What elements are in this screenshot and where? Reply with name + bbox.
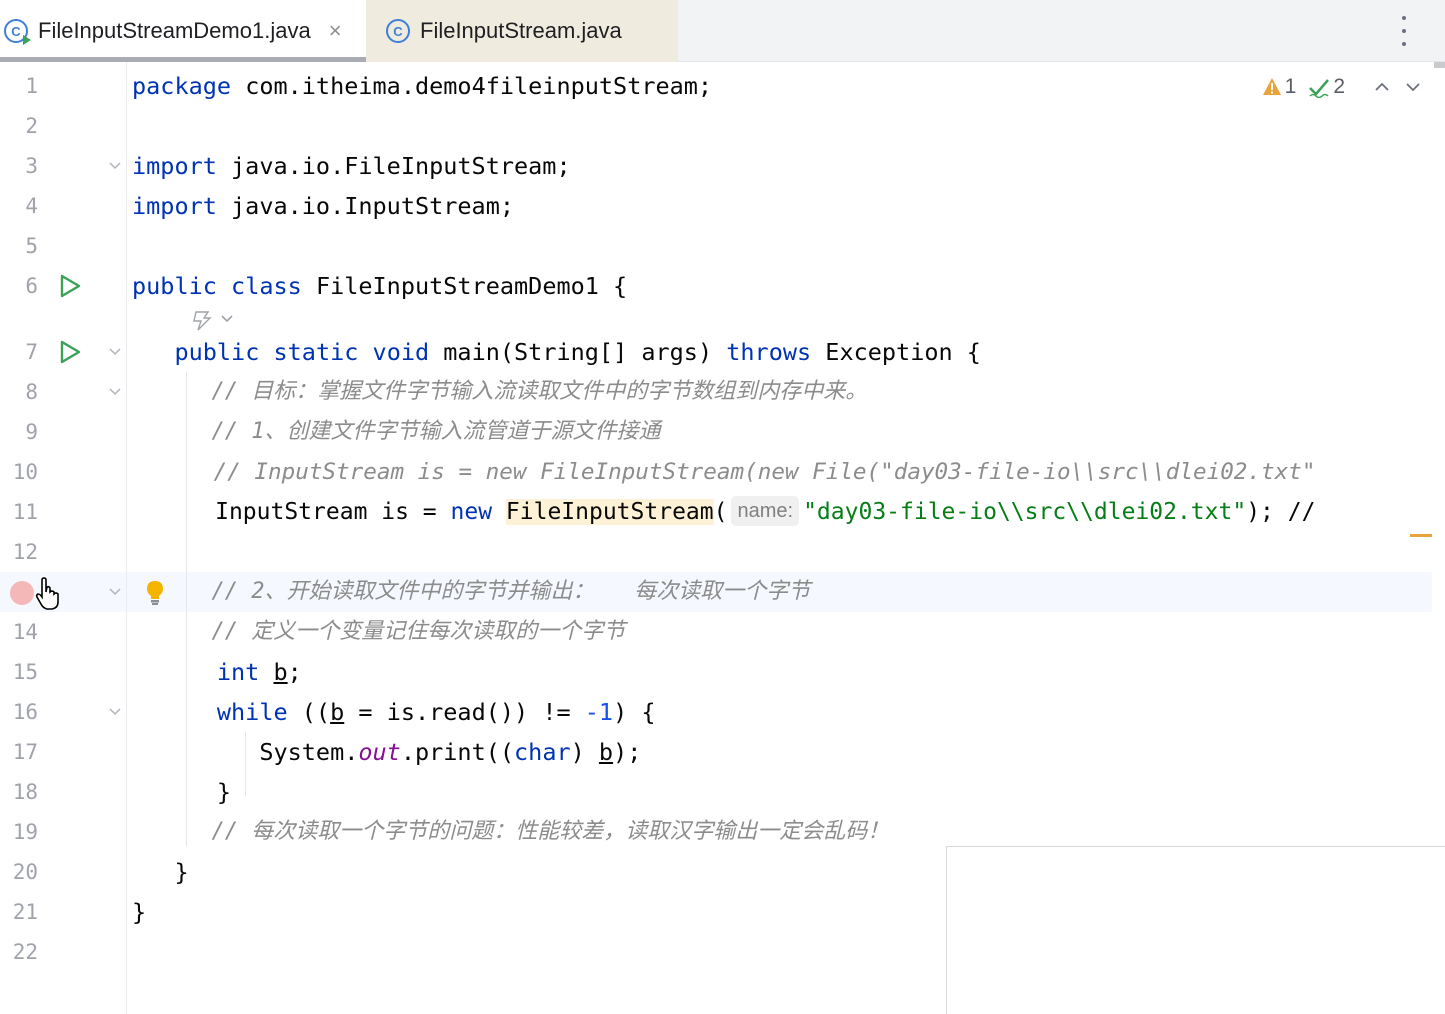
overlay-panel bbox=[946, 846, 1445, 1014]
warning-count[interactable]: 1 bbox=[1262, 75, 1296, 99]
error-stripe-mark bbox=[1410, 534, 1432, 537]
tab-label: FileInputStream.java bbox=[420, 18, 622, 43]
breakpoint-icon[interactable] bbox=[10, 581, 34, 605]
line-number[interactable]: 16 bbox=[0, 692, 38, 732]
line-number[interactable]: 21 bbox=[0, 892, 38, 932]
line-number[interactable]: 5 bbox=[0, 226, 38, 266]
line-number[interactable]: 15 bbox=[0, 652, 38, 692]
line-number[interactable]: 3 bbox=[0, 146, 38, 186]
tab-file-input-stream[interactable]: C FileInputStream.java bbox=[366, 0, 678, 62]
code-line-14: // 定义一个变量记住每次读取的一个字节 bbox=[132, 619, 626, 644]
code-line-21: } bbox=[132, 898, 147, 926]
java-class-icon: C bbox=[386, 19, 410, 43]
chevron-up-icon[interactable] bbox=[1375, 82, 1389, 92]
run-icon[interactable] bbox=[58, 340, 82, 364]
fold-icon[interactable] bbox=[108, 345, 122, 359]
line-number[interactable]: 14 bbox=[0, 612, 38, 652]
code-line-16: while ((b = is.read()) != -1) { bbox=[216, 698, 656, 726]
code-line-9: // 1、创建文件字节输入流管道于源文件接通 bbox=[132, 419, 661, 444]
line-number[interactable]: 10 bbox=[0, 452, 38, 492]
close-tab-icon[interactable]: × bbox=[329, 18, 342, 44]
inspection-widget[interactable]: 1 2 bbox=[1262, 72, 1423, 102]
line-number[interactable]: 12 bbox=[0, 532, 38, 572]
code-line-4: import java.io.InputStream; bbox=[132, 192, 515, 220]
more-options-icon[interactable] bbox=[1399, 16, 1409, 46]
code-editor[interactable]: 1 2 1 2 3 4 5 6 7 8 9 10 11 12 14 15 16 … bbox=[0, 62, 1445, 1014]
parameter-hint: name: bbox=[731, 496, 800, 526]
scrollbar-thumb[interactable] bbox=[1434, 62, 1445, 68]
java-class-run-icon: C bbox=[4, 19, 31, 45]
code-line-20: } bbox=[132, 858, 189, 886]
code-line-13: // 2、开始读取文件中的字节并输出： 每次读取一个字节 bbox=[132, 579, 811, 604]
weak-warning-count[interactable]: 2 bbox=[1308, 75, 1345, 99]
code-line-11: InputStream is = new FileInputStream(nam… bbox=[132, 492, 1315, 532]
tab-label: FileInputStreamDemo1.java bbox=[38, 18, 311, 43]
code-line-8: // 目标：掌握文件字节输入流读取文件中的字节数组到内存中来。 bbox=[132, 379, 868, 404]
fold-icon[interactable] bbox=[108, 159, 122, 173]
line-number[interactable]: 2 bbox=[0, 106, 38, 146]
line-number[interactable]: 22 bbox=[0, 932, 38, 972]
fold-icon[interactable] bbox=[108, 385, 122, 399]
code-line-10: // InputStream is = new FileInputStream(… bbox=[132, 459, 1316, 485]
warning-icon bbox=[1262, 78, 1281, 95]
fold-icon[interactable] bbox=[108, 585, 122, 599]
line-number[interactable]: 8 bbox=[0, 372, 38, 412]
chevron-down-icon[interactable] bbox=[1406, 82, 1420, 92]
line-number[interactable]: 18 bbox=[0, 772, 38, 812]
code-line-18: } bbox=[132, 778, 232, 806]
line-number[interactable]: 1 bbox=[0, 66, 38, 106]
code-line-3: import java.io.FileInputStream; bbox=[132, 152, 571, 180]
line-number[interactable]: 11 bbox=[0, 492, 38, 532]
line-number[interactable]: 9 bbox=[0, 412, 38, 452]
line-number[interactable]: 20 bbox=[0, 852, 38, 892]
line-number[interactable]: 19 bbox=[0, 812, 38, 852]
line-number[interactable]: 6 bbox=[0, 266, 38, 306]
code-line-1: package com.itheima.demo4fileinputStream… bbox=[132, 72, 713, 100]
line-number[interactable]: 7 bbox=[0, 332, 38, 372]
code-line-15: int b; bbox=[216, 658, 302, 686]
run-icon[interactable] bbox=[58, 274, 82, 298]
gutter-divider bbox=[126, 62, 127, 1014]
code-line-6: public class FileInputStreamDemo1 { bbox=[132, 272, 628, 300]
tab-file-input-stream-demo1[interactable]: C FileInputStreamDemo1.java × bbox=[0, 0, 366, 62]
code-line-17: System.out.print((char) b); bbox=[259, 738, 642, 766]
line-number[interactable]: 17 bbox=[0, 732, 38, 772]
code-line-7: public static void main(String[] args) t… bbox=[174, 338, 981, 366]
code-line-19: // 每次读取一个字节的问题：性能较差，读取汉字输出一定会乱码！ bbox=[132, 819, 890, 844]
editor-tab-bar: C FileInputStreamDemo1.java × C FileInpu… bbox=[0, 0, 1445, 62]
author-hint-icon[interactable] bbox=[190, 304, 236, 334]
line-number[interactable]: 4 bbox=[0, 186, 38, 226]
check-weak-warning-icon bbox=[1309, 79, 1330, 98]
hand-cursor-icon bbox=[35, 577, 59, 610]
fold-icon[interactable] bbox=[108, 705, 122, 719]
